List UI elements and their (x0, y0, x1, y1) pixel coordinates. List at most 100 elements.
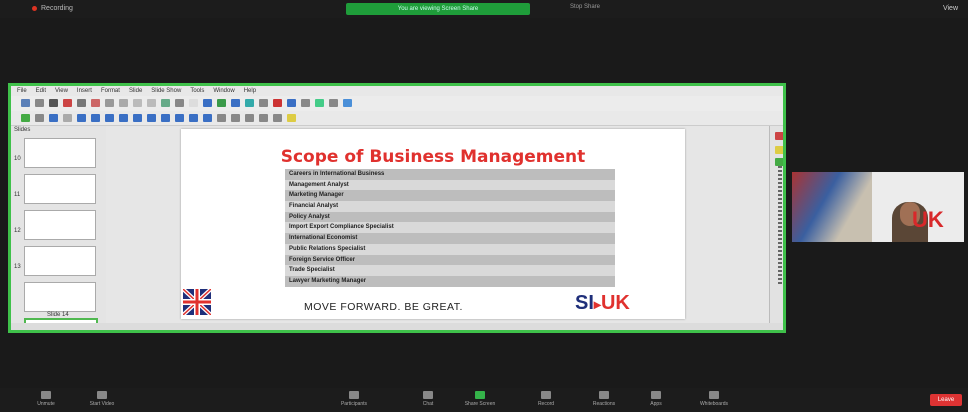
apps-label: Apps (650, 401, 662, 407)
cut-icon[interactable] (91, 99, 100, 107)
redo-icon[interactable] (147, 99, 156, 107)
table-row: Lawyer Marketing Manager (285, 275, 615, 287)
toggle-extrusion-icon[interactable] (287, 114, 296, 122)
menu-slide[interactable]: Slide (129, 86, 142, 96)
slide-transition-icon[interactable] (775, 146, 783, 154)
menu-tools[interactable]: Tools (190, 86, 204, 96)
undo-icon[interactable] (133, 99, 142, 107)
logo-uk-text: UK (600, 292, 630, 314)
menu-help[interactable]: Help (244, 86, 256, 96)
view-options-button[interactable]: View (943, 5, 958, 12)
slide-layout-icon[interactable] (329, 99, 338, 107)
chat-label: Chat (422, 401, 434, 407)
status-bar (11, 323, 783, 330)
open-icon[interactable] (35, 99, 44, 107)
stop-share-button[interactable]: Stop Share (570, 4, 600, 10)
video-banner-text: UK (912, 207, 944, 232)
unmute-label: Unmute (37, 401, 55, 407)
sidebar-deck (769, 126, 783, 328)
animation-icon[interactable] (775, 158, 783, 166)
special-char-icon[interactable] (259, 99, 268, 107)
camera-icon (97, 391, 107, 399)
whiteboards-button[interactable]: Whiteboards (694, 391, 734, 407)
chart-icon[interactable] (231, 99, 240, 107)
find-icon[interactable] (161, 99, 170, 107)
symbol-shapes-icon[interactable] (175, 114, 184, 122)
line-icon[interactable] (77, 114, 86, 122)
reactions-button[interactable]: Reactions (584, 391, 624, 407)
connector-icon[interactable] (147, 114, 156, 122)
whiteboards-label: Whiteboards (699, 401, 729, 407)
curve-icon[interactable] (133, 114, 142, 122)
participants-button[interactable]: Participants (334, 391, 374, 407)
slide-thumbnail[interactable] (24, 138, 96, 168)
unmute-button[interactable]: Unmute (26, 391, 66, 407)
table-row: Import Export Compliance Specialist (285, 222, 615, 234)
menu-window[interactable]: Window (213, 86, 234, 96)
slide-canvas[interactable]: Scope of Business Management Careers in … (181, 129, 685, 319)
slide-table[interactable]: Careers in International Business Manage… (285, 169, 615, 287)
line-color-icon[interactable] (49, 114, 58, 122)
fontwork-icon[interactable] (273, 99, 282, 107)
master-slides-icon[interactable] (343, 99, 352, 107)
textbox-icon[interactable] (245, 99, 254, 107)
start-video-button[interactable]: Start Video (82, 391, 122, 407)
callouts-icon[interactable] (203, 114, 212, 122)
table-row: Trade Specialist (285, 265, 615, 276)
slide-number: 11 (14, 192, 21, 198)
ellipse-icon[interactable] (105, 114, 114, 122)
shadow-icon[interactable] (259, 114, 268, 122)
properties-icon[interactable] (775, 132, 783, 140)
menu-edit[interactable]: Edit (36, 86, 46, 96)
start-slideshow-icon[interactable] (315, 99, 324, 107)
rotate-icon[interactable] (217, 114, 226, 122)
print-icon[interactable] (77, 99, 86, 107)
image-icon[interactable] (217, 99, 226, 107)
media-icon[interactable] (287, 99, 296, 107)
copy-icon[interactable] (105, 99, 114, 107)
basic-shapes-icon[interactable] (161, 114, 170, 122)
slide-thumbnail[interactable] (24, 210, 96, 240)
participants-label: Participants (340, 401, 368, 407)
share-screen-button[interactable]: Share Screen (460, 391, 500, 407)
table-icon[interactable] (203, 99, 212, 107)
save-icon[interactable] (49, 99, 58, 107)
display-grid-icon[interactable] (189, 99, 198, 107)
fill-color-icon[interactable] (63, 114, 72, 122)
apps-button[interactable]: Apps (636, 391, 676, 407)
slide-title[interactable]: Scope of Business Management (181, 147, 685, 167)
screen-share-banner[interactable]: You are viewing Screen Share (346, 3, 530, 15)
menu-slide-show[interactable]: Slide Show (151, 86, 181, 96)
paste-icon[interactable] (119, 99, 128, 107)
star-shapes-icon[interactable] (189, 114, 198, 122)
table-row: Financial Analyst (285, 201, 615, 212)
slide-thumbnail[interactable] (24, 174, 96, 204)
menu-insert[interactable]: Insert (77, 86, 92, 96)
table-row: Foreign Service Officer (285, 254, 615, 266)
select-icon[interactable] (21, 114, 30, 122)
rectangle-icon[interactable] (91, 114, 100, 122)
link-icon[interactable] (301, 99, 310, 107)
participant-video-tile[interactable]: UK (792, 172, 964, 242)
arrange-icon[interactable] (245, 114, 254, 122)
chat-button[interactable]: Chat (408, 391, 448, 407)
crop-icon[interactable] (273, 114, 282, 122)
slide-thumbnail[interactable] (24, 282, 96, 312)
spelling-icon[interactable] (175, 99, 184, 107)
zoom-icon[interactable] (35, 114, 44, 122)
menu-format[interactable]: Format (101, 86, 120, 96)
table-row: Public Relations Specialist (285, 243, 615, 255)
menu-view[interactable]: View (55, 86, 68, 96)
menu-file[interactable]: File (17, 86, 27, 96)
new-icon[interactable] (21, 99, 30, 107)
export-pdf-icon[interactable] (63, 99, 72, 107)
arrow-icon[interactable] (119, 114, 128, 122)
leave-button[interactable]: Leave (930, 394, 962, 406)
record-button[interactable]: Record (526, 391, 566, 407)
slide-thumbnail[interactable] (24, 246, 96, 276)
sidebar-tab-strip[interactable] (778, 166, 782, 286)
standard-toolbar (11, 96, 783, 111)
recording-indicator[interactable]: Recording (32, 5, 73, 12)
align-icon[interactable] (231, 114, 240, 122)
shared-screen: File Edit View Insert Format Slide Slide… (8, 83, 786, 333)
